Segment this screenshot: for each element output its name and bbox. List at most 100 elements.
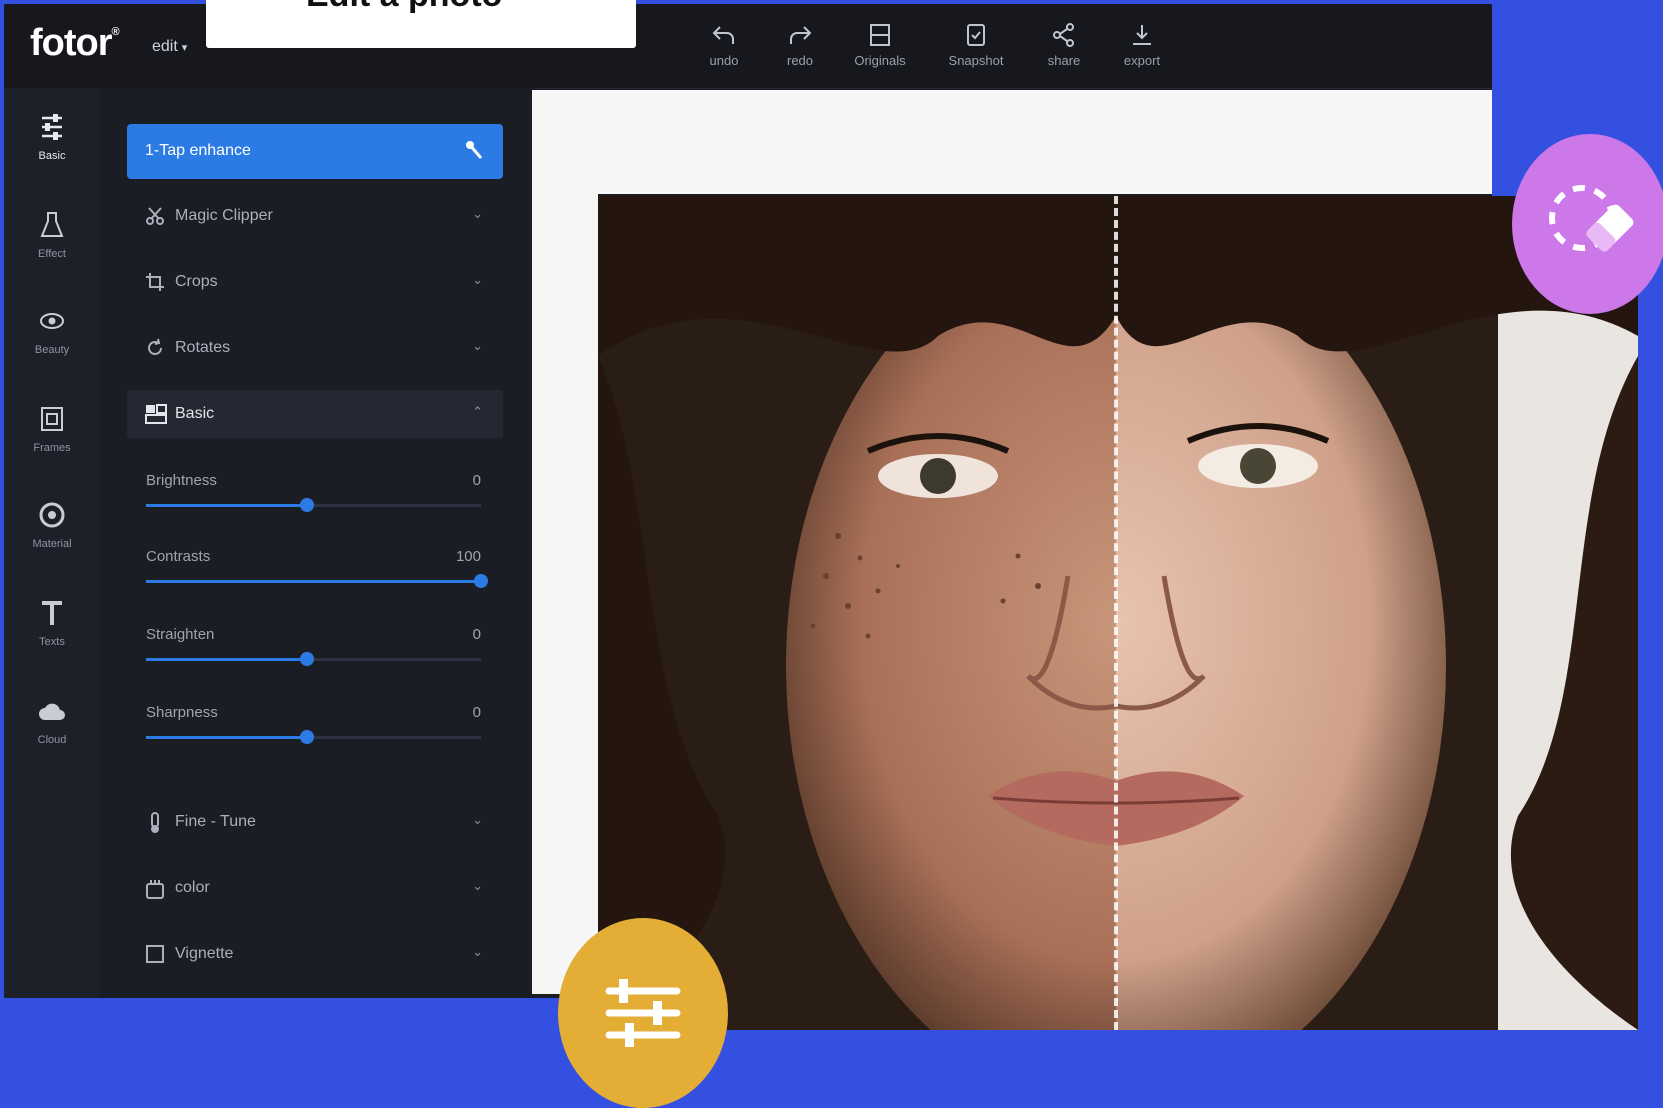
section-label: Vignette bbox=[175, 945, 234, 962]
slider-fill bbox=[146, 580, 481, 583]
rail-item-texts[interactable]: Texts bbox=[4, 598, 100, 650]
sliders-icon bbox=[42, 114, 62, 140]
rail-label-material: Material bbox=[32, 538, 72, 550]
slider-fill bbox=[146, 504, 307, 507]
rail-label-texts: Texts bbox=[39, 636, 65, 648]
undo-button[interactable]: undo bbox=[684, 22, 764, 70]
chevron-down-icon: ⌄ bbox=[472, 812, 483, 827]
chevron-down-icon: ⌄ bbox=[472, 338, 483, 353]
compare-icon bbox=[870, 24, 890, 46]
share-icon bbox=[1053, 23, 1074, 47]
download-icon bbox=[1133, 25, 1151, 45]
sticker-icon bbox=[39, 502, 65, 528]
section-label: color bbox=[175, 879, 210, 896]
undo-label: undo bbox=[709, 53, 739, 68]
portrait-photo bbox=[598, 196, 1638, 1030]
rail-item-frames[interactable]: Frames bbox=[4, 404, 100, 456]
photo-comparison[interactable] bbox=[598, 196, 1638, 1030]
slider-fill bbox=[146, 658, 307, 661]
edit-menu[interactable]: edit ▾ bbox=[152, 38, 187, 56]
section-fine-tune[interactable]: Fine - Tune ⌄ bbox=[127, 798, 503, 846]
slider-value: 0 bbox=[472, 704, 481, 721]
rail-label-cloud: Cloud bbox=[37, 734, 67, 746]
slider-knob[interactable] bbox=[299, 730, 314, 744]
section-label: Rotates bbox=[175, 339, 231, 356]
slider-fill bbox=[146, 736, 307, 739]
slider-track[interactable] bbox=[146, 652, 481, 666]
slider-knob[interactable] bbox=[299, 652, 314, 666]
redo-label: redo bbox=[786, 53, 814, 68]
rail-label-beauty: Beauty bbox=[34, 344, 70, 356]
rail-item-basic[interactable]: Basic bbox=[4, 112, 100, 164]
section-rotates[interactable]: Rotates ⌄ bbox=[127, 324, 503, 372]
title-card: Edit a photo bbox=[206, 0, 636, 48]
compare-divider[interactable] bbox=[1114, 196, 1118, 1030]
frame-icon bbox=[41, 407, 63, 431]
text-icon bbox=[42, 601, 62, 625]
slider-track[interactable] bbox=[146, 730, 481, 744]
left-nav-rail: Basic Effect Beauty Frames Material Text… bbox=[4, 88, 101, 998]
chevron-down-icon: ⌄ bbox=[472, 944, 483, 959]
enhance-label: 1-Tap enhance bbox=[145, 142, 251, 159]
palette-icon bbox=[145, 878, 165, 905]
section-basic[interactable]: Basic ⌃ bbox=[127, 390, 503, 438]
chevron-down-icon: ▾ bbox=[181, 42, 188, 54]
magic-wand-icon bbox=[465, 140, 485, 167]
eraser-badge bbox=[1512, 134, 1663, 314]
slider-label: Brightness bbox=[146, 472, 217, 489]
section-label: Crops bbox=[175, 273, 218, 290]
chevron-up-icon: ⌃ bbox=[472, 404, 483, 419]
rail-item-effect[interactable]: Effect bbox=[4, 210, 100, 262]
one-tap-enhance-button[interactable]: 1-Tap enhance bbox=[127, 124, 503, 179]
canvas-margin bbox=[532, 194, 598, 994]
share-label: share bbox=[1047, 53, 1081, 68]
sliders-icon bbox=[605, 979, 681, 1047]
slider-track[interactable] bbox=[146, 574, 488, 588]
chevron-down-icon: ⌄ bbox=[472, 272, 483, 287]
flask-icon bbox=[40, 212, 64, 237]
slider-value: 0 bbox=[472, 626, 481, 643]
slider-label: Sharpness bbox=[146, 704, 218, 721]
rail-item-beauty[interactable]: Beauty bbox=[4, 306, 100, 358]
rail-item-cloud[interactable]: Cloud bbox=[4, 696, 100, 748]
section-label: Basic bbox=[175, 405, 215, 422]
export-label: export bbox=[1123, 53, 1161, 68]
eraser-icon bbox=[1549, 185, 1634, 252]
crop-icon bbox=[145, 272, 165, 297]
section-magic-clipper[interactable]: Magic Clipper ⌄ bbox=[127, 192, 503, 240]
rail-label-effect: Effect bbox=[38, 248, 66, 260]
snapshot-button[interactable]: Snapshot bbox=[936, 22, 1016, 70]
section-label: Magic Clipper bbox=[175, 207, 273, 224]
section-crops[interactable]: Crops ⌄ bbox=[127, 258, 503, 306]
rail-label-basic: Basic bbox=[38, 150, 66, 162]
basic-adjust-icon bbox=[145, 404, 167, 429]
slider-value: 100 bbox=[455, 548, 481, 565]
slider-value: 0 bbox=[472, 472, 481, 489]
export-button[interactable]: export bbox=[1102, 22, 1182, 70]
rail-item-material[interactable]: Material bbox=[4, 500, 100, 552]
originals-button[interactable]: Originals bbox=[840, 22, 920, 70]
slider-track[interactable] bbox=[146, 498, 481, 512]
section-color[interactable]: color ⌄ bbox=[127, 864, 503, 912]
cloud-icon bbox=[39, 703, 65, 720]
title-card-text: Edit a photo bbox=[306, 0, 502, 15]
rail-label-frames: Frames bbox=[33, 442, 71, 454]
share-button[interactable]: share bbox=[1024, 22, 1104, 70]
vignette-icon bbox=[145, 944, 165, 969]
originals-label: Originals bbox=[854, 53, 906, 68]
eye-icon bbox=[40, 313, 64, 329]
snapshot-icon bbox=[967, 24, 985, 46]
scissors-icon bbox=[145, 206, 165, 231]
snapshot-label: Snapshot bbox=[948, 53, 1004, 68]
redo-button[interactable]: redo bbox=[760, 22, 840, 70]
chevron-down-icon: ⌄ bbox=[472, 878, 483, 893]
redo-icon bbox=[790, 26, 812, 44]
chevron-down-icon: ⌄ bbox=[472, 206, 483, 221]
thermometer-icon bbox=[145, 812, 165, 839]
slider-knob[interactable] bbox=[474, 574, 488, 588]
fotor-logo[interactable]: fotor® bbox=[30, 22, 120, 65]
section-vignette[interactable]: Vignette ⌄ bbox=[127, 930, 503, 978]
slider-knob[interactable] bbox=[299, 498, 314, 512]
slider-label: Straighten bbox=[146, 626, 215, 643]
slider-label: Contrasts bbox=[146, 548, 211, 565]
